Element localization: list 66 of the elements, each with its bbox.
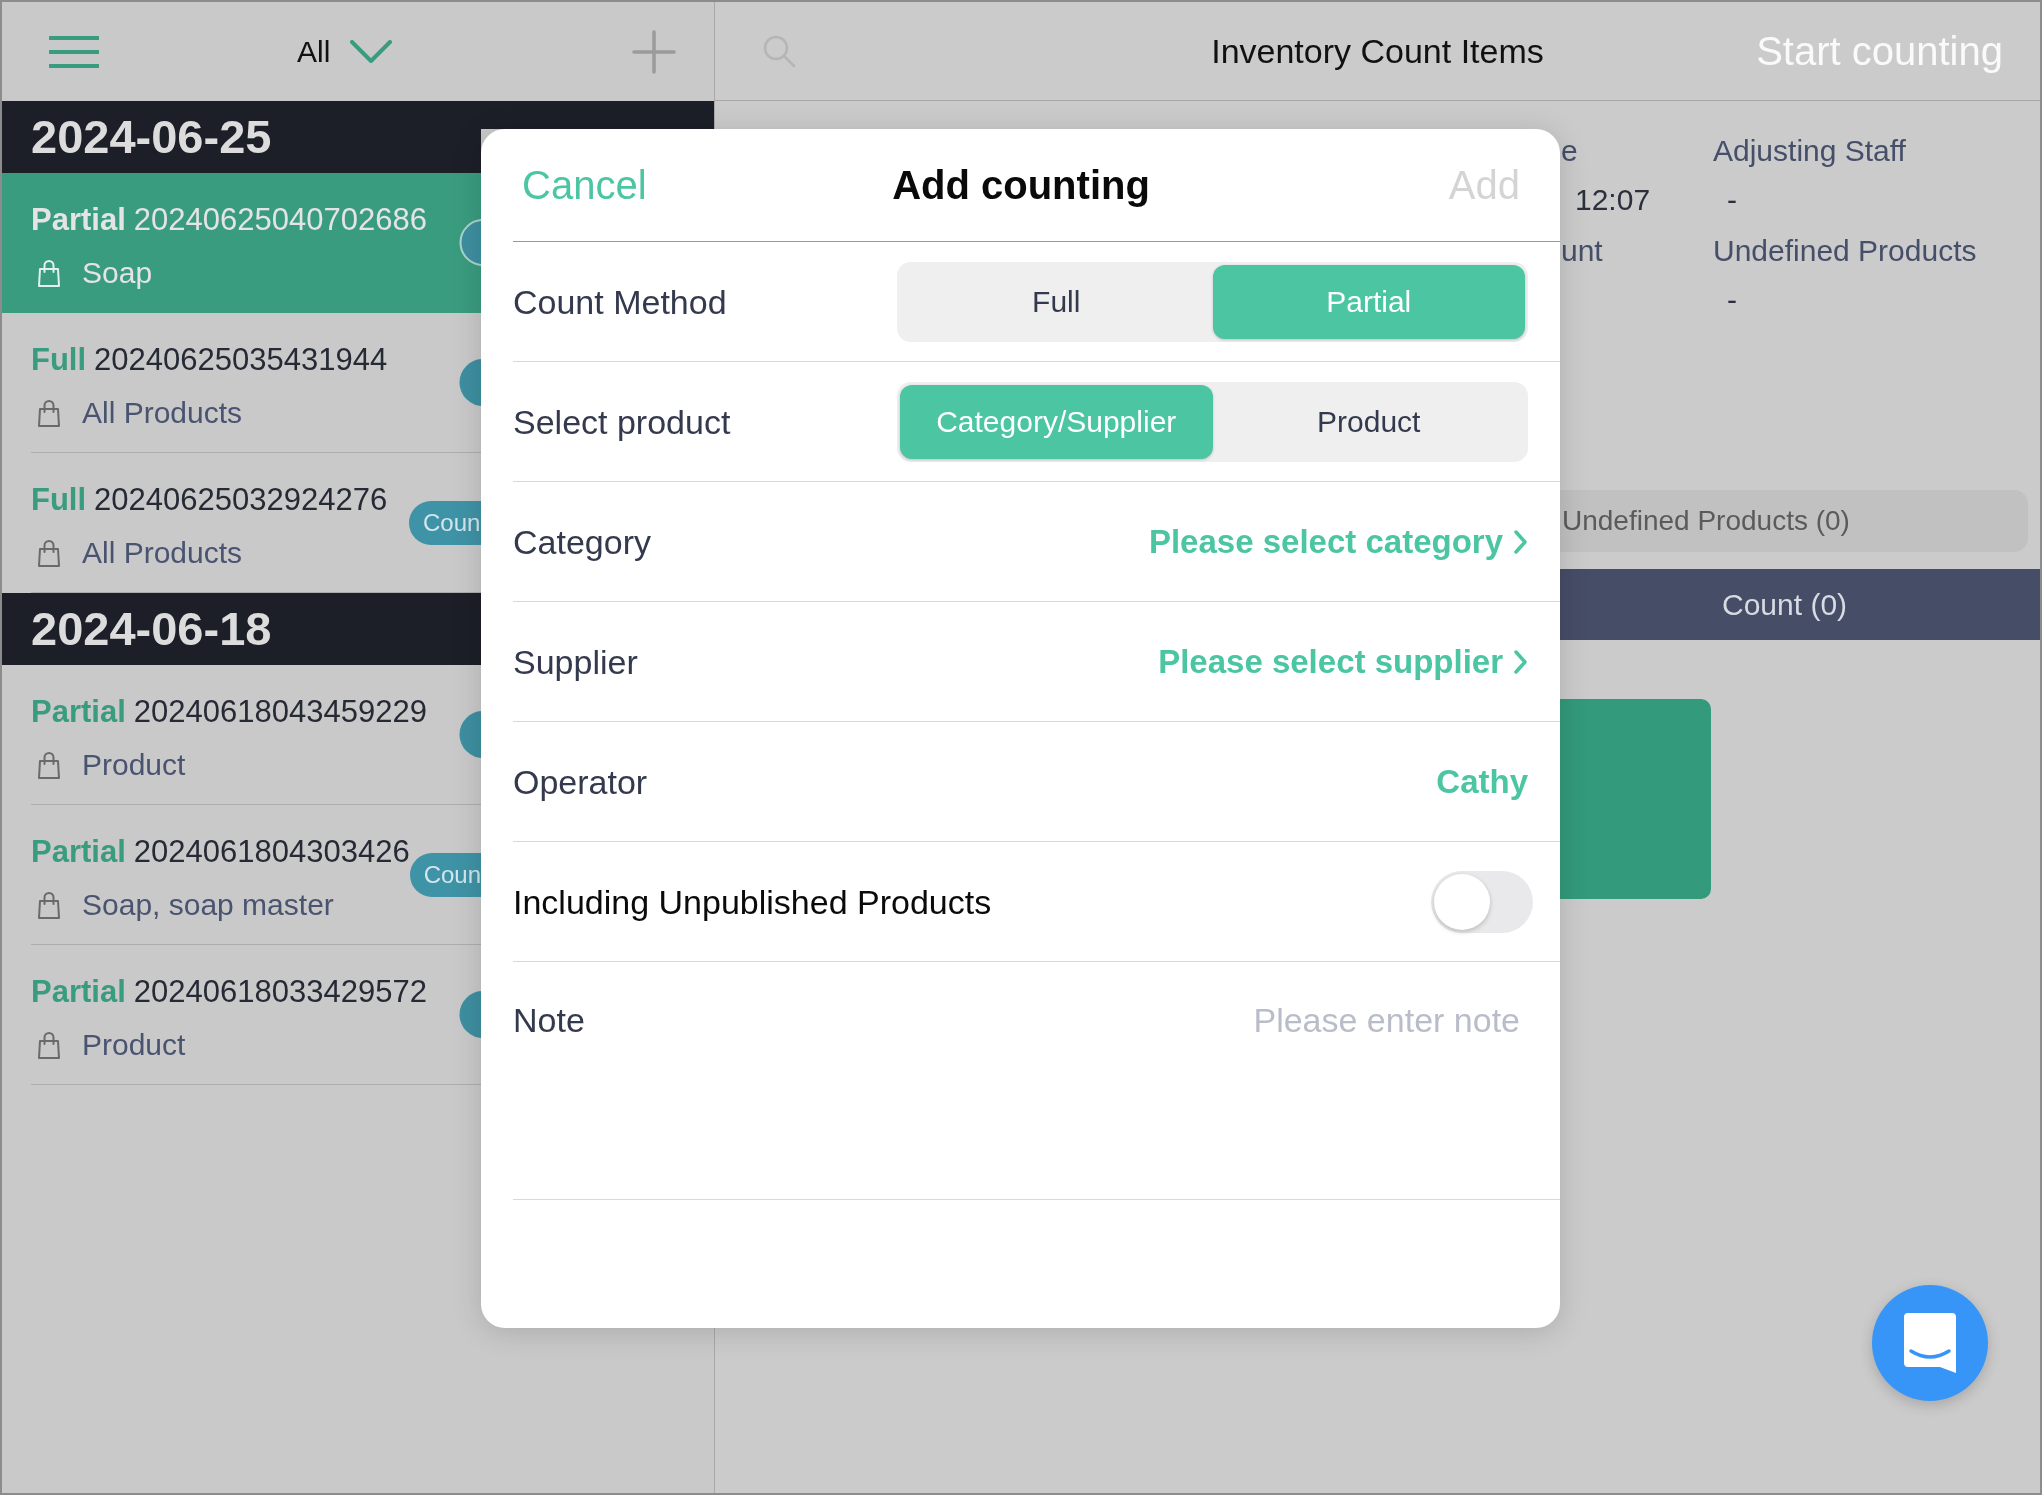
count-number: 20240625040702686	[133, 201, 427, 239]
field-label: Note	[513, 1001, 585, 1039]
shopping-bag-icon	[37, 538, 61, 568]
shopping-bag-icon	[37, 750, 61, 780]
sidebar-item[interactable]: Partial 2024061804303426 Soap, soap master Coun	[2, 805, 481, 945]
detail-value: -	[1726, 182, 1738, 218]
status-badge: Coun	[409, 852, 482, 897]
count-scope: Soap	[82, 255, 153, 291]
shopping-bag-icon	[37, 398, 61, 428]
status-badge: Coun	[409, 500, 481, 545]
operator-value[interactable]: Cathy	[1436, 756, 1528, 807]
detail-label: Adjusting Staff	[1713, 133, 1907, 169]
note-field[interactable]: Please enter note	[624, 1001, 1528, 1161]
field-label: Supplier	[513, 642, 638, 681]
segment-option[interactable]: Partial	[1212, 264, 1525, 339]
segment-option[interactable]: Full	[900, 264, 1213, 339]
chevron-right-icon	[1513, 528, 1528, 555]
count-method-label: Partial	[31, 693, 126, 731]
count-number: 20240625032924276	[94, 481, 388, 519]
filter-dropdown[interactable]: All	[297, 29, 393, 74]
count-method-label: Full	[31, 481, 87, 519]
count-scope: All Products	[82, 535, 243, 571]
dialog-title: Add counting	[892, 162, 1150, 209]
count-method-label: Partial	[31, 833, 126, 871]
date-header: 2024-06-25	[2, 101, 481, 173]
chevron-down-icon	[350, 39, 393, 64]
count-method-label: Partial	[31, 973, 126, 1011]
count-method-label: Partial	[31, 201, 126, 239]
shopping-bag-icon	[37, 258, 61, 288]
detail-label: Undefined Products	[1713, 233, 1978, 269]
shopping-bag-icon	[37, 890, 61, 920]
list-header: Count (0)	[1559, 569, 2040, 640]
page-title: Inventory Count Items	[1211, 30, 1544, 72]
field-label: Category	[513, 522, 651, 561]
select-link[interactable]: Please select category	[1148, 516, 1528, 567]
tab[interactable]: Undefined Products (0)	[1559, 490, 2028, 552]
select-link[interactable]: Please select supplier	[1158, 636, 1528, 687]
field-label: Operator	[513, 762, 648, 801]
detail-value: 12:07	[1574, 182, 1652, 218]
field-label: Select product	[513, 402, 731, 441]
count-number: 20240625035431944	[94, 341, 388, 379]
segment-option[interactable]: Product	[1212, 384, 1525, 459]
menu-icon[interactable]	[49, 35, 99, 68]
plus-icon[interactable]	[632, 29, 676, 74]
field-label: Count Method	[513, 282, 727, 321]
detail-label: unt	[1561, 233, 1604, 269]
count-number: 20240618043459229	[133, 693, 427, 731]
count-scope: All Products	[82, 395, 243, 431]
cancel-button[interactable]: Cancel	[522, 155, 647, 215]
count-scope: Product	[82, 747, 186, 783]
chevron-right-icon	[1513, 648, 1528, 675]
field-label: Including Unpublished Products	[513, 882, 992, 921]
date-header: 2024-06-18	[2, 593, 481, 665]
detail-label: e	[1561, 133, 1579, 169]
tile-button[interactable]	[1559, 699, 1711, 899]
count-number: 2024061804303426	[133, 833, 410, 871]
detail-value: -	[1726, 282, 1738, 318]
count-scope: Soap, soap master	[82, 887, 334, 923]
shopping-bag-icon	[37, 1030, 61, 1060]
segment-option[interactable]: Category/Supplier	[900, 384, 1213, 459]
chat-bubble-icon	[1902, 1311, 1958, 1375]
count-number: 20240618033429572	[133, 973, 427, 1011]
count-method-label: Full	[31, 341, 87, 379]
sidebar-item[interactable]: Partial 20240625040702686 Soap	[2, 173, 481, 313]
toggle-switch[interactable]	[1431, 870, 1533, 933]
count-scope: Product	[82, 1027, 186, 1063]
